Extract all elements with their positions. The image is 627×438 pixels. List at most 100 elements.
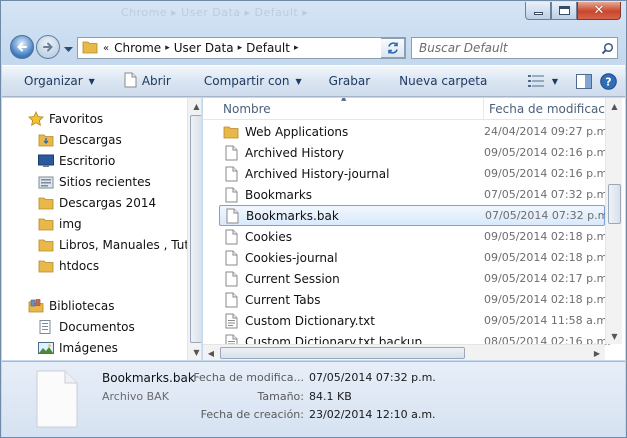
maximize-button[interactable] bbox=[551, 2, 577, 20]
maximize-icon bbox=[558, 6, 570, 15]
file-name: Current Session bbox=[245, 271, 340, 286]
title-bar[interactable]: Chrome ▸ User Data ▸ Default ▸ ✕ bbox=[1, 1, 626, 29]
details-view-icon bbox=[527, 75, 544, 87]
search-box[interactable] bbox=[411, 37, 618, 59]
column-header-date[interactable]: Fecha de modificació bbox=[483, 98, 613, 120]
burn-button[interactable]: Grabar bbox=[309, 66, 378, 96]
change-view-button[interactable] bbox=[527, 75, 544, 87]
file-row[interactable]: Cookies-journal 09/05/2014 02:18 p.m. bbox=[219, 247, 611, 268]
recent-places-icon bbox=[38, 174, 54, 190]
nav-item-descargas-2014[interactable]: Descargas 2014 bbox=[38, 192, 156, 213]
explorer-window: Chrome ▸ User Data ▸ Default ▸ ✕ « Chrom… bbox=[0, 0, 627, 438]
nav-item-libros[interactable]: Libros, Manuales , Tutor bbox=[38, 234, 201, 255]
nav-item-escritorio[interactable]: Escritorio bbox=[38, 150, 115, 171]
nav-label: Sitios recientes bbox=[59, 174, 151, 189]
file-row[interactable]: Archived History-journal 09/05/2014 02:16… bbox=[219, 163, 611, 184]
breadcrumb-overflow[interactable]: « bbox=[103, 43, 109, 54]
breadcrumb-user-data[interactable]: User Data bbox=[174, 41, 234, 55]
help-button[interactable]: ? bbox=[600, 72, 617, 90]
burn-label: Grabar bbox=[328, 74, 371, 88]
filelist-horizontal-scrollbar[interactable]: ◀ ▶ bbox=[203, 344, 605, 360]
libraries-icon bbox=[28, 298, 44, 314]
scrollbar-thumb[interactable] bbox=[220, 347, 465, 359]
view-options-dropdown[interactable]: ▼ bbox=[552, 77, 558, 86]
breadcrumb-chrome[interactable]: Chrome bbox=[114, 41, 161, 55]
organize-button[interactable]: Organizar ▼ bbox=[2, 66, 102, 96]
nav-label: htdocs bbox=[59, 258, 100, 273]
file-date-modified: 09/05/2014 11:58 a.m. bbox=[484, 314, 611, 327]
scrollbar-thumb[interactable] bbox=[608, 184, 621, 224]
file-icon bbox=[223, 145, 239, 161]
nav-item-img[interactable]: img bbox=[38, 213, 82, 234]
file-row[interactable]: Custom Dictionary.txt 09/05/2014 11:58 a.… bbox=[219, 310, 611, 331]
downloads-folder-icon bbox=[38, 132, 54, 148]
nav-item-documentos[interactable]: Documentos bbox=[38, 316, 135, 337]
new-folder-button[interactable]: Nueva carpeta bbox=[377, 66, 494, 96]
breadcrumb-separator[interactable]: ▸ bbox=[294, 43, 299, 53]
file-row[interactable]: Bookmarks.bak 07/05/2014 07:32 p.m. bbox=[219, 205, 612, 226]
scroll-down-arrow[interactable]: ▼ bbox=[188, 344, 201, 360]
pictures-library-icon bbox=[38, 340, 54, 356]
scroll-left-arrow[interactable]: ◀ bbox=[203, 345, 219, 360]
libraries-header[interactable]: Bibliotecas bbox=[28, 295, 114, 316]
details-modified-label: Fecha de modifica... bbox=[193, 371, 304, 384]
breadcrumb-separator[interactable]: ▸ bbox=[165, 43, 170, 53]
nav-item-htdocs[interactable]: htdocs bbox=[38, 255, 99, 276]
file-row[interactable]: Current Tabs 09/05/2014 02:18 p.m. bbox=[219, 289, 611, 310]
chevron-down-icon: ▼ bbox=[88, 76, 95, 86]
nav-item-sitios-recientes[interactable]: Sitios recientes bbox=[38, 171, 151, 192]
details-created-value: 23/02/2014 12:10 a.m. bbox=[309, 408, 436, 421]
forward-button[interactable] bbox=[36, 35, 60, 59]
large-document-icon bbox=[35, 370, 79, 431]
minimize-button[interactable] bbox=[525, 2, 551, 20]
file-name: Bookmarks.bak bbox=[246, 208, 339, 223]
refresh-button[interactable] bbox=[381, 38, 405, 58]
file-name: Current Tabs bbox=[245, 292, 321, 307]
scroll-down-arrow[interactable]: ▼ bbox=[606, 328, 623, 344]
address-bar[interactable]: « Chrome ▸ User Data ▸ Default ▸ bbox=[77, 37, 406, 59]
preview-pane-button[interactable] bbox=[576, 73, 592, 89]
command-bar: Organizar ▼ Abrir Compartir con ▼ Grabar… bbox=[2, 65, 625, 97]
svg-text:?: ? bbox=[605, 75, 611, 88]
open-button[interactable]: Abrir bbox=[102, 66, 178, 96]
file-date-modified: 07/05/2014 07:32 p.m. bbox=[485, 209, 612, 222]
filelist-vertical-scrollbar[interactable]: ▲ ▼ bbox=[605, 98, 622, 344]
scrollbar-thumb[interactable] bbox=[190, 115, 201, 343]
folder-icon bbox=[38, 216, 54, 232]
breadcrumb-separator[interactable]: ▸ bbox=[238, 43, 243, 53]
file-row[interactable]: Current Session 09/05/2014 02:17 p.m. bbox=[219, 268, 611, 289]
file-row[interactable]: Archived History 09/05/2014 02:16 p.m. bbox=[219, 142, 611, 163]
nav-label: Descargas bbox=[59, 132, 122, 147]
nav-item-descargas[interactable]: Descargas bbox=[38, 129, 122, 150]
file-row[interactable]: Cookies 09/05/2014 02:18 p.m. bbox=[219, 226, 611, 247]
favorites-header[interactable]: Favoritos bbox=[28, 108, 103, 129]
nav-label: Documentos bbox=[59, 319, 135, 334]
file-name: Cookies-journal bbox=[245, 250, 338, 265]
file-row[interactable]: Web Applications 24/04/2014 09:27 p.m. bbox=[219, 121, 611, 142]
file-date-modified: 07/05/2014 07:32 p.m. bbox=[484, 188, 611, 201]
scroll-up-arrow[interactable]: ▲ bbox=[606, 98, 623, 114]
file-row[interactable]: Bookmarks 07/05/2014 07:32 p.m. bbox=[219, 184, 611, 205]
file-name: Bookmarks bbox=[245, 187, 313, 202]
scroll-right-arrow[interactable]: ▶ bbox=[589, 345, 605, 360]
preview-pane-icon bbox=[576, 73, 592, 89]
column-date-label: Fecha de modificació bbox=[489, 102, 613, 116]
breadcrumb-default[interactable]: Default bbox=[246, 41, 290, 55]
back-button[interactable] bbox=[10, 35, 34, 59]
ghost-title: Chrome ▸ User Data ▸ Default ▸ bbox=[121, 6, 309, 19]
details-file-name: Bookmarks.bak bbox=[102, 371, 195, 385]
refresh-icon bbox=[387, 42, 398, 54]
nav-item-imagenes[interactable]: Imágenes bbox=[38, 337, 118, 358]
search-icon[interactable] bbox=[597, 42, 617, 55]
close-button[interactable]: ✕ bbox=[577, 2, 621, 20]
scroll-up-arrow[interactable]: ▲ bbox=[188, 98, 201, 114]
navigation-row: « Chrome ▸ User Data ▸ Default ▸ bbox=[1, 31, 626, 63]
file-name: Web Applications bbox=[245, 124, 349, 139]
navpane-scrollbar[interactable]: ▲ ▼ bbox=[187, 98, 201, 360]
search-input[interactable] bbox=[412, 41, 597, 55]
recent-pages-dropdown[interactable] bbox=[64, 42, 73, 56]
share-with-button[interactable]: Compartir con ▼ bbox=[178, 66, 309, 96]
chevron-down-icon: ▼ bbox=[295, 76, 302, 86]
folder-icon bbox=[223, 124, 239, 140]
column-header-name[interactable]: Nombre bbox=[223, 98, 476, 120]
